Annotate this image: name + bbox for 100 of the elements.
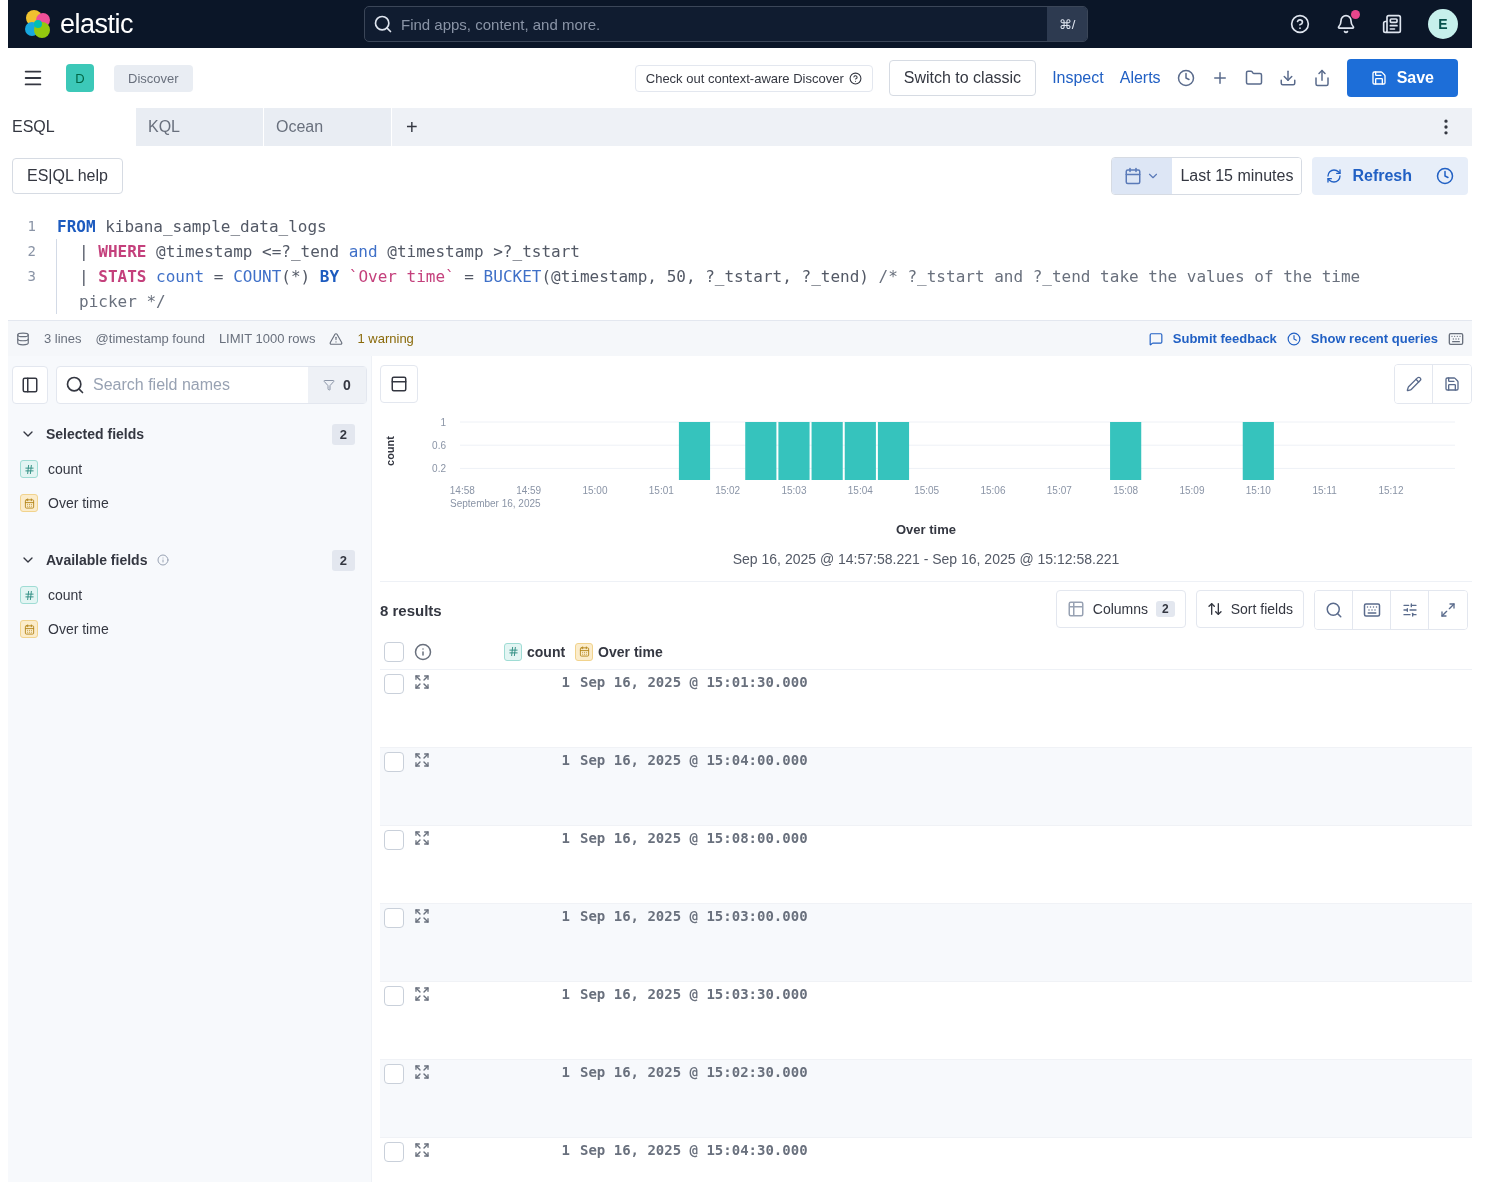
line-number: 1	[26, 217, 37, 236]
pencil-icon	[1405, 376, 1422, 392]
expand-icon[interactable]	[414, 1064, 430, 1080]
field-search-bar[interactable]: Search field names 0	[56, 366, 367, 404]
checkbox[interactable]	[384, 752, 404, 772]
filter-button[interactable]: 0	[308, 367, 366, 403]
field-search[interactable]: Search field names	[91, 375, 302, 395]
x-tick-label: 15:04	[847, 485, 873, 496]
bar	[811, 422, 843, 480]
warning-text[interactable]: 1 warning	[357, 331, 414, 346]
clock-icon	[1436, 167, 1454, 185]
table-cell-text: 1	[560, 752, 570, 768]
x-tick-label: 15:05	[914, 485, 940, 496]
code-line: | STATS count = COUNT(*) BY `Over time` = BUCKET(@timestamp, 50, ?_tstart, ?_tend) /* ?_tstart and ?_tend take the values of the time picker */	[56, 264, 1396, 314]
calendar-icon	[1124, 167, 1143, 185]
search-button[interactable]	[1315, 591, 1353, 629]
share-icon[interactable]	[1312, 69, 1331, 87]
number-type-icon	[20, 586, 38, 604]
field-item[interactable]: Over time	[12, 614, 367, 644]
x-axis-title: Over time	[896, 522, 956, 537]
table-cell: Sep 16, 2025 @ 15:02:30.000	[580, 1064, 808, 1080]
table-cell-text: 1	[560, 830, 570, 846]
checkbox[interactable]	[384, 1064, 404, 1084]
refresh-button[interactable]: Refresh	[1312, 157, 1468, 195]
keyboard-icon[interactable]	[1448, 330, 1464, 347]
edit-button[interactable]	[1395, 365, 1433, 403]
info-icon	[414, 642, 432, 661]
global-search-field[interactable]: Find apps, content, and more.	[399, 14, 1041, 34]
folder-icon[interactable]	[1244, 69, 1263, 87]
help-button[interactable]: ES|QL help	[12, 158, 123, 194]
status-text: @timestamp found	[95, 331, 205, 346]
save-icon	[1444, 376, 1460, 392]
count-badge: 2	[331, 423, 355, 445]
save-button[interactable]: Save	[1346, 59, 1458, 97]
download-icon[interactable]	[1278, 69, 1297, 87]
toolbar-link[interactable]: Alerts	[1119, 69, 1161, 87]
date-picker-button[interactable]	[1112, 158, 1173, 194]
newsfeed-icon[interactable]	[1382, 14, 1402, 34]
query-tab[interactable]: Ocean	[264, 108, 392, 146]
search-icon	[65, 375, 85, 395]
promo-button[interactable]: Check out context-aware Discover	[634, 64, 873, 92]
table-cell: Sep 16, 2025 @ 15:01:30.000	[580, 674, 808, 690]
y-axis-title: count	[384, 436, 396, 466]
expand-icon[interactable]	[414, 674, 430, 690]
checkbox[interactable]	[384, 830, 404, 850]
query-tab[interactable]: KQL	[136, 108, 264, 146]
expand-icon[interactable]	[414, 908, 430, 924]
code-line: | WHERE @timestamp <=?_tend and @timestamp >?_tstart	[56, 239, 1396, 264]
field-item[interactable]: count	[12, 580, 367, 610]
date-type-icon	[575, 642, 594, 661]
table-cell: Sep 16, 2025 @ 15:04:30.000	[580, 1142, 808, 1158]
chart-toggle-button[interactable]	[380, 365, 418, 403]
refresh-icon	[1326, 168, 1343, 184]
checkbox[interactable]	[384, 674, 404, 694]
feedback-icon	[1148, 331, 1163, 346]
field-item[interactable]: Over time	[12, 488, 367, 518]
column-header[interactable]: count	[504, 642, 566, 661]
sidebar-toggle-button[interactable]	[12, 366, 48, 404]
table-icon	[1066, 600, 1085, 618]
bar	[745, 422, 777, 480]
help-icon[interactable]	[1290, 14, 1310, 34]
x-tick-label: 15:10	[1245, 485, 1271, 496]
number-type-icon	[20, 460, 38, 478]
columns-button[interactable]: Columns 2	[1055, 590, 1186, 628]
add-tab-button[interactable]: +	[392, 108, 432, 146]
table-cell: Sep 16, 2025 @ 15:03:00.000	[580, 908, 808, 924]
checkbox[interactable]	[384, 908, 404, 928]
feedback-link[interactable]: Submit feedback	[1172, 331, 1277, 346]
expand-icon[interactable]	[414, 986, 430, 1002]
y-tick-label: 1	[440, 417, 446, 428]
recent-queries-link[interactable]: Show recent queries	[1310, 331, 1438, 346]
line-number: 3	[26, 267, 37, 286]
query-tab[interactable]: ESQL	[8, 108, 136, 146]
section-header[interactable]: Available fields	[12, 544, 178, 576]
column-header[interactable]: Over time	[575, 642, 663, 661]
section-header[interactable]: Selected fields	[12, 418, 153, 450]
checkbox[interactable]	[384, 1142, 404, 1162]
sort-button[interactable]: Sort fields	[1195, 590, 1304, 628]
filter-icon	[323, 379, 336, 391]
user-avatar[interactable]: E	[1428, 9, 1458, 39]
bar	[678, 422, 711, 480]
global-search-bar[interactable]: Find apps, content, and more. ⌘/	[364, 6, 1088, 42]
table-cell-text: 1	[560, 1142, 570, 1158]
y-tick-label: 0.2	[432, 463, 446, 475]
y-tick-label: 0.6	[432, 440, 446, 452]
expand-icon[interactable]	[414, 1142, 430, 1158]
table-cell-text: 1	[560, 908, 570, 924]
x-tick-label: 15:02	[715, 485, 741, 496]
toolbar-link[interactable]: Inspect	[1052, 69, 1104, 87]
expand-icon[interactable]	[414, 830, 430, 846]
field-item[interactable]: count	[12, 454, 367, 484]
breadcrumb[interactable]: Discover	[114, 64, 193, 92]
expand-icon[interactable]	[414, 752, 430, 768]
table-cell-text: 1	[560, 1064, 570, 1080]
checkbox[interactable]	[384, 986, 404, 1006]
table-cell: Sep 16, 2025 @ 15:03:30.000	[580, 986, 808, 1002]
checkbox[interactable]	[384, 641, 404, 662]
clock-icon[interactable]	[1176, 69, 1195, 87]
count-badge: 2	[331, 549, 355, 571]
switch-classic-button[interactable]: Switch to classic	[888, 60, 1037, 96]
